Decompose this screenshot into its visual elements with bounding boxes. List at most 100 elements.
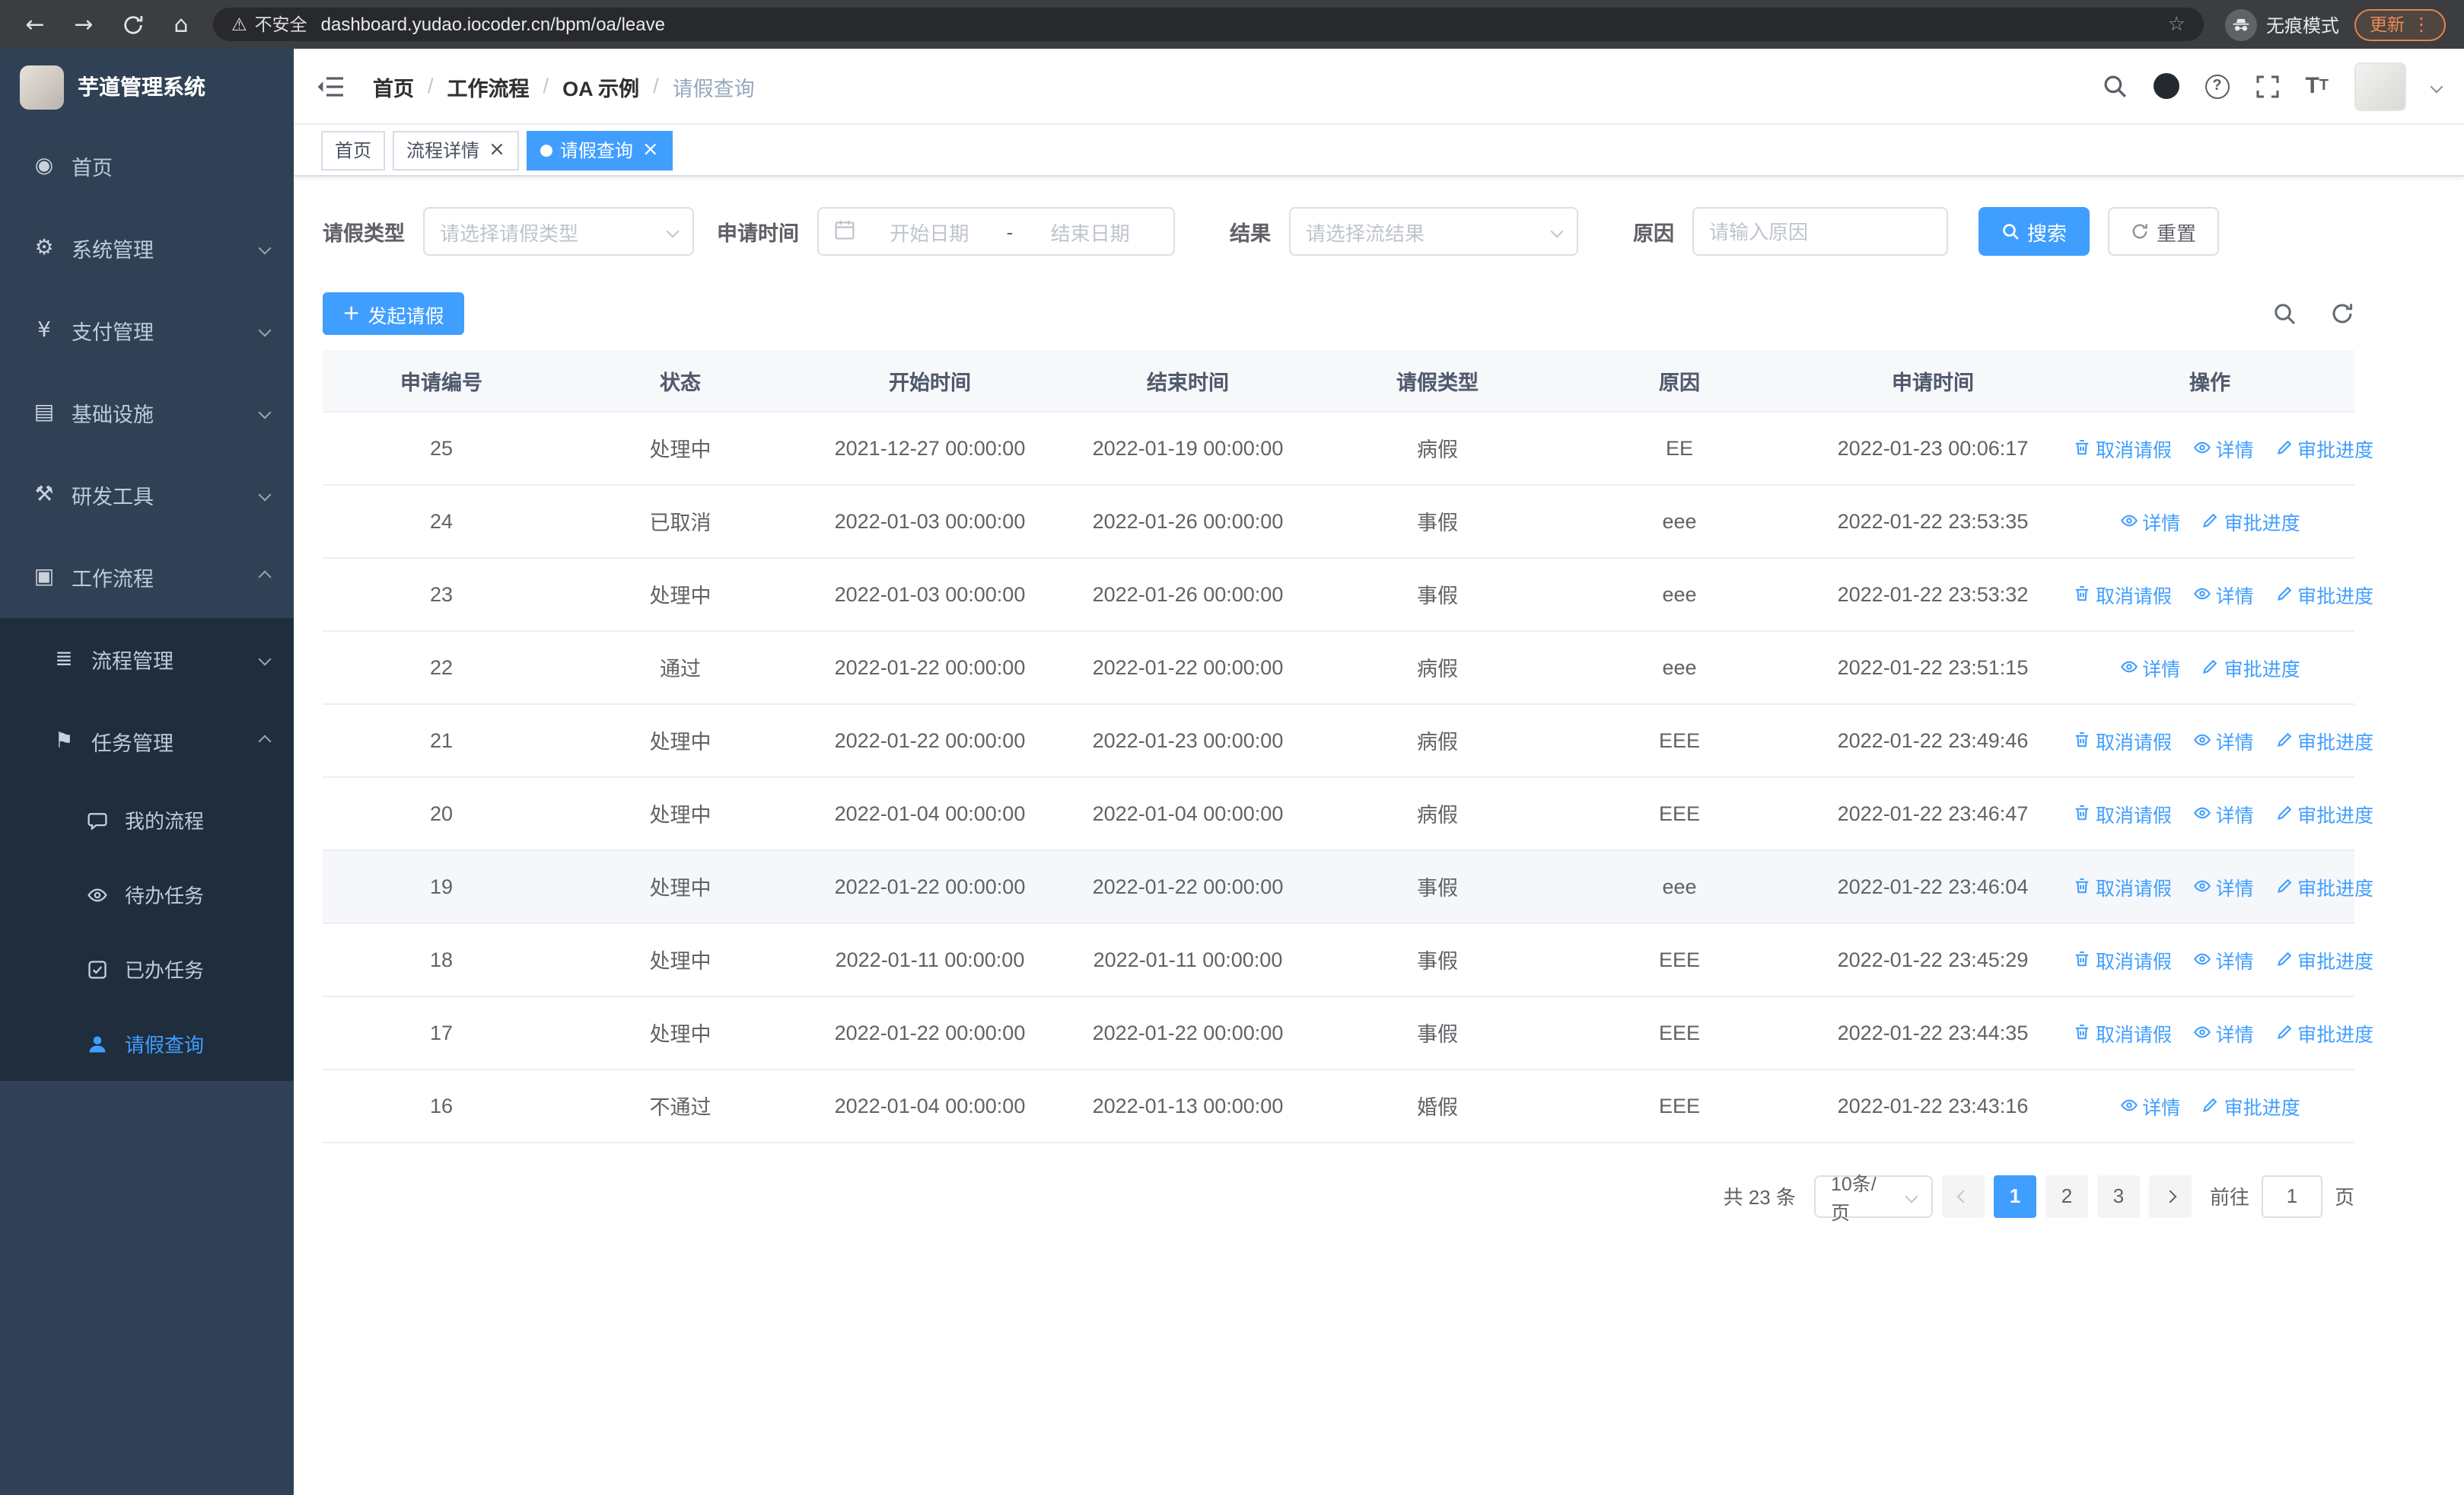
search-icon[interactable] <box>2101 73 2127 99</box>
browser-reload-icon[interactable] <box>116 8 149 41</box>
table-row[interactable]: 23 处理中 2022-01-03 00:00:00 2022-01-26 00… <box>323 557 2373 631</box>
apply-time-range-picker[interactable]: 开始日期 - 结束日期 <box>817 207 1175 256</box>
cell-leave-type: 事假 <box>1316 557 1558 631</box>
breadcrumb-home[interactable]: 首页 <box>373 71 414 101</box>
create-leave-button[interactable]: + 发起请假 <box>323 292 464 335</box>
table-row[interactable]: 21 处理中 2022-01-22 00:00:00 2022-01-23 00… <box>323 703 2373 777</box>
cell-operations: 取消请假 详情 审批进度 <box>2065 923 2373 996</box>
security-warning[interactable]: ⚠ 不安全 <box>231 12 307 37</box>
table-row[interactable]: 24 已取消 2022-01-03 00:00:00 2022-01-26 00… <box>323 484 2354 558</box>
approval-progress-button[interactable]: 审批进度 <box>2275 872 2373 901</box>
detail-button[interactable]: 详情 <box>2193 433 2254 462</box>
browser-menu-icon[interactable]: ⋮ <box>2412 14 2431 35</box>
page-1-button[interactable]: 1 <box>1993 1175 2036 1217</box>
help-icon[interactable]: ? <box>2205 74 2230 98</box>
sidebar-item-home[interactable]: ◉ 首页 <box>0 125 294 207</box>
approval-progress-button[interactable]: 审批进度 <box>2201 1091 2300 1120</box>
prev-page-button[interactable] <box>1941 1175 1985 1217</box>
table-row[interactable]: 22 通过 2022-01-22 00:00:00 2022-01-22 00:… <box>323 630 2354 704</box>
approval-progress-label: 审批进度 <box>2297 585 2374 607</box>
detail-button[interactable]: 详情 <box>2193 872 2254 901</box>
sidebar-item-my-processes[interactable]: 我的流程 <box>0 783 294 857</box>
bookmark-star-icon[interactable]: ☆ <box>2168 13 2185 36</box>
browser-update-button[interactable]: 更新 ⋮ <box>2354 8 2446 40</box>
sidebar-item-system-management[interactable]: ⚙ 系统管理 <box>0 207 294 289</box>
github-icon[interactable] <box>2153 73 2179 99</box>
sidebar-item-payment-management[interactable]: ¥ 支付管理 <box>0 289 294 371</box>
approval-progress-button[interactable]: 审批进度 <box>2275 433 2373 462</box>
table-row[interactable]: 20 处理中 2022-01-04 00:00:00 2022-01-04 00… <box>323 776 2373 850</box>
cancel-leave-button[interactable]: 取消请假 <box>2073 799 2172 827</box>
goto-page-input[interactable] <box>2261 1175 2322 1217</box>
breadcrumb-oa-example[interactable]: OA 示例 <box>562 71 639 101</box>
cancel-leave-button[interactable]: 取消请假 <box>2073 872 2172 901</box>
cell-status: 已取消 <box>560 484 801 558</box>
cancel-leave-button[interactable]: 取消请假 <box>2073 433 2172 462</box>
approval-progress-button[interactable]: 审批进度 <box>2275 725 2373 754</box>
breadcrumb-workflow[interactable]: 工作流程 <box>447 71 530 101</box>
font-size-icon[interactable]: TT <box>2305 73 2329 99</box>
approval-progress-button[interactable]: 审批进度 <box>2201 652 2300 681</box>
page-3-button[interactable]: 3 <box>2096 1175 2140 1217</box>
sidebar-item-leave-query[interactable]: 请假查询 <box>0 1006 294 1081</box>
cancel-leave-button[interactable]: 取消请假 <box>2073 1018 2172 1047</box>
sidebar-collapse-icon[interactable] <box>317 74 350 98</box>
browser-back-icon[interactable]: ← <box>18 8 52 41</box>
fullscreen-icon[interactable] <box>2255 74 2279 98</box>
detail-button[interactable]: 详情 <box>2193 579 2254 608</box>
sidebar-item-done-tasks[interactable]: 已办任务 <box>0 932 294 1006</box>
sidebar-item-workflow[interactable]: ▣ 工作流程 <box>0 536 294 618</box>
approval-progress-button[interactable]: 审批进度 <box>2275 799 2373 827</box>
approval-progress-button[interactable]: 审批进度 <box>2275 1018 2373 1047</box>
page-2-button[interactable]: 2 <box>2045 1175 2088 1217</box>
table-row[interactable]: 25 处理中 2021-12-27 00:00:00 2022-01-19 00… <box>323 411 2373 485</box>
tag-process-detail[interactable]: 流程详情 × <box>393 130 519 170</box>
sidebar-item-task-management[interactable]: ⚑ 任务管理 <box>0 700 294 783</box>
sidebar-item-devtools[interactable]: ⚒ 研发工具 <box>0 454 294 536</box>
cancel-leave-button[interactable]: 取消请假 <box>2073 725 2172 754</box>
url-text[interactable]: dashboard.yudao.iocoder.cn/bpm/oa/leave <box>321 14 2154 35</box>
table-row[interactable]: 18 处理中 2022-01-11 00:00:00 2022-01-11 00… <box>323 923 2373 996</box>
chevron-down-icon[interactable] <box>2430 79 2443 93</box>
table-row[interactable]: 17 处理中 2022-01-22 00:00:00 2022-01-22 00… <box>323 996 2373 1069</box>
next-page-button[interactable] <box>2148 1175 2192 1217</box>
detail-button[interactable]: 详情 <box>2193 945 2254 974</box>
detail-button[interactable]: 详情 <box>2119 1091 2180 1120</box>
address-bar[interactable]: ⚠ 不安全 dashboard.yudao.iocoder.cn/bpm/oa/… <box>213 8 2204 41</box>
table-row[interactable]: 16 不通过 2022-01-04 00:00:00 2022-01-13 00… <box>323 1069 2354 1143</box>
search-toggle-icon[interactable] <box>2272 301 2297 326</box>
sidebar-item-infrastructure[interactable]: ▤ 基础设施 <box>0 371 294 454</box>
detail-button[interactable]: 详情 <box>2193 725 2254 754</box>
close-icon[interactable]: × <box>489 140 505 160</box>
avatar[interactable] <box>2354 62 2406 110</box>
detail-button[interactable]: 详情 <box>2193 799 2254 827</box>
sidebar-item-pending-tasks[interactable]: 待办任务 <box>0 857 294 932</box>
approval-progress-button[interactable]: 审批进度 <box>2201 506 2300 535</box>
reason-input[interactable] <box>1692 207 1948 256</box>
search-button[interactable]: 搜索 <box>1979 207 2090 256</box>
sidebar-item-process-management[interactable]: ≣ 流程管理 <box>0 618 294 700</box>
refresh-icon[interactable] <box>2330 301 2354 326</box>
cancel-leave-button[interactable]: 取消请假 <box>2073 945 2172 974</box>
browser-forward-icon[interactable]: → <box>67 8 100 41</box>
approval-progress-button[interactable]: 审批进度 <box>2275 945 2373 974</box>
end-date-placeholder[interactable]: 结束日期 <box>1022 217 1158 246</box>
detail-button[interactable]: 详情 <box>2193 1018 2254 1047</box>
app-logo[interactable]: 芋道管理系统 <box>0 49 294 125</box>
tag-home[interactable]: 首页 <box>321 130 386 170</box>
screen: ← → ⌂ ⚠ 不安全 dashboard.yudao.iocoder.cn/b… <box>0 0 2464 1495</box>
result-select[interactable]: 请选择流结果 <box>1289 207 1578 256</box>
cancel-leave-button[interactable]: 取消请假 <box>2073 579 2172 608</box>
tag-leave-query[interactable]: 请假查询 × <box>526 130 673 170</box>
close-icon[interactable]: × <box>642 140 659 160</box>
browser-home-icon[interactable]: ⌂ <box>164 8 198 41</box>
detail-button[interactable]: 详情 <box>2119 652 2180 681</box>
start-date-placeholder[interactable]: 开始日期 <box>861 217 998 246</box>
page-size-select[interactable]: 10条/页 <box>1813 1173 1933 1223</box>
approval-progress-label: 审批进度 <box>2297 732 2374 753</box>
detail-button[interactable]: 详情 <box>2119 506 2180 535</box>
reset-button[interactable]: 重置 <box>2108 207 2220 256</box>
approval-progress-button[interactable]: 审批进度 <box>2275 579 2373 608</box>
table-row[interactable]: 19 处理中 2022-01-22 00:00:00 2022-01-22 00… <box>323 850 2373 923</box>
leave-type-select[interactable]: 请选择请假类型 <box>423 207 694 256</box>
